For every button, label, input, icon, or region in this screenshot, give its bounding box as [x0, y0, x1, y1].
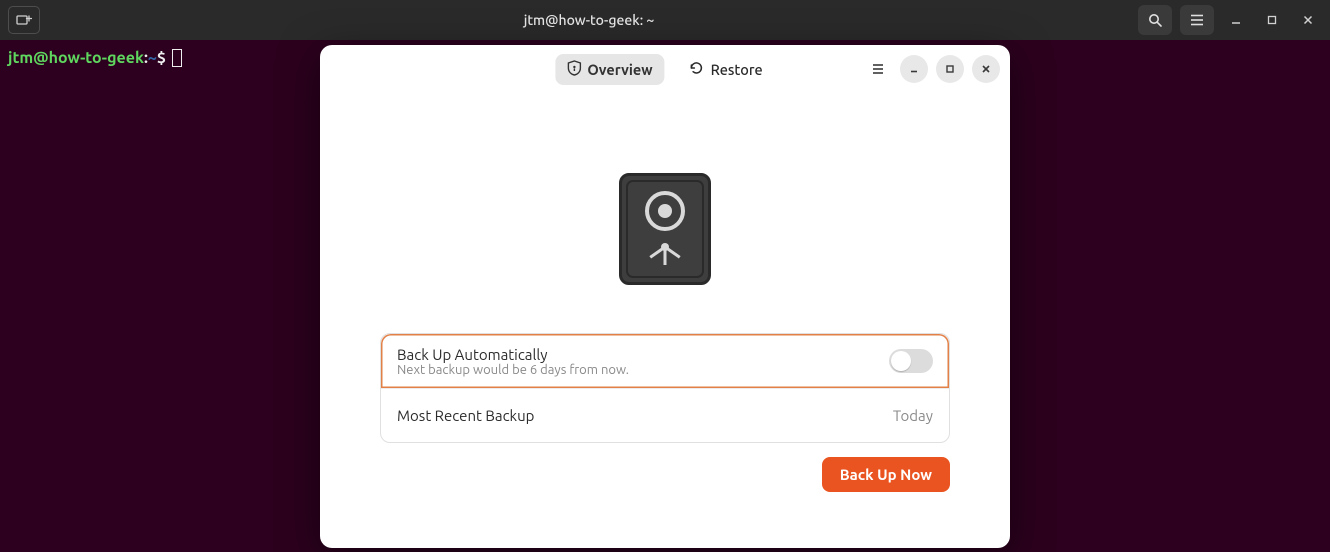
maximize-button[interactable]	[1258, 6, 1286, 34]
recent-backup-value: Today	[893, 407, 933, 424]
prompt-dollar: $	[157, 48, 166, 68]
backup-window: Overview Restore	[320, 45, 1010, 548]
app-minimize-button[interactable]	[900, 55, 928, 83]
search-button[interactable]	[1138, 5, 1172, 35]
terminal-header: jtm@how-to-geek: ~	[0, 0, 1330, 40]
backup-body: Back Up Automatically Next backup would …	[320, 93, 1010, 548]
app-menu-button[interactable]	[864, 55, 892, 83]
close-button[interactable]	[1294, 6, 1322, 34]
action-row: Back Up Now	[380, 457, 950, 492]
app-close-button[interactable]	[972, 55, 1000, 83]
recent-backup-label: Most Recent Backup	[397, 407, 534, 424]
terminal-title: jtm@how-to-geek: ~	[48, 12, 1130, 28]
safe-handle-icon	[645, 241, 685, 267]
prompt-user: jtm@how-to-geek	[8, 48, 144, 68]
backup-now-button[interactable]: Back Up Now	[822, 457, 950, 492]
tab-overview[interactable]: Overview	[555, 54, 664, 85]
backup-app-icon	[619, 173, 711, 285]
tab-restore[interactable]: Restore	[677, 54, 775, 85]
restore-icon	[689, 60, 705, 79]
new-tab-button[interactable]	[8, 6, 40, 34]
prompt-path: ~	[148, 48, 157, 68]
row-auto-backup[interactable]: Back Up Automatically Next backup would …	[381, 334, 949, 388]
terminal-cursor	[172, 49, 182, 67]
minimize-button[interactable]	[1222, 6, 1250, 34]
settings-panel: Back Up Automatically Next backup would …	[380, 333, 950, 443]
auto-backup-subtitle: Next backup would be 6 days from now.	[397, 363, 629, 377]
overview-icon	[567, 60, 581, 79]
auto-backup-toggle[interactable]	[889, 349, 933, 373]
safe-dial-icon	[645, 191, 685, 231]
backup-header: Overview Restore	[320, 45, 1010, 93]
view-switcher: Overview Restore	[555, 54, 774, 85]
hamburger-menu-button[interactable]	[1180, 5, 1214, 35]
row-recent-backup[interactable]: Most Recent Backup Today	[381, 388, 949, 442]
tab-overview-label: Overview	[587, 61, 652, 78]
app-maximize-button[interactable]	[936, 55, 964, 83]
tab-restore-label: Restore	[711, 61, 763, 78]
auto-backup-title: Back Up Automatically	[397, 346, 629, 363]
